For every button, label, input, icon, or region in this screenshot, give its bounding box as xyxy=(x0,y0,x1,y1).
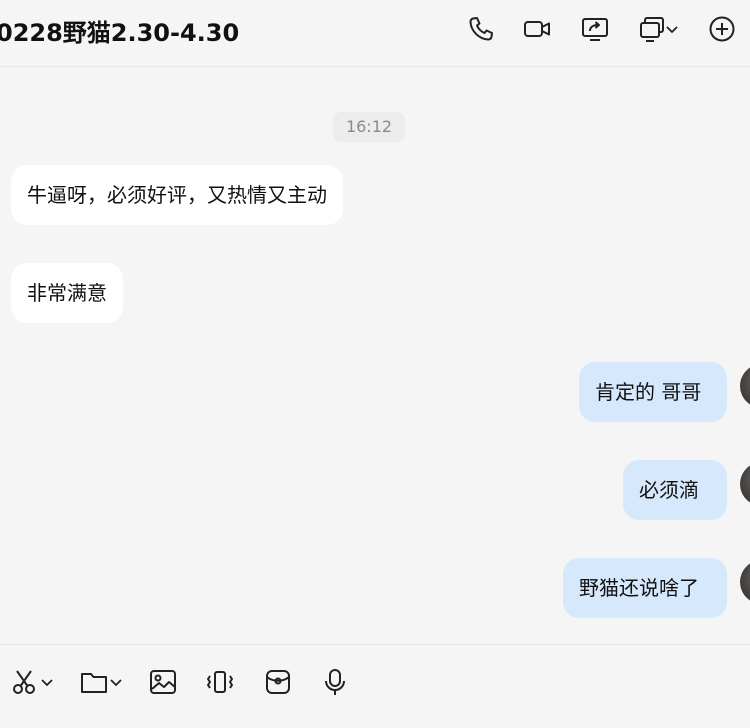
add-circle-icon[interactable] xyxy=(707,14,737,44)
chat-title: 0228野猫2.30-4.30 xyxy=(0,19,240,47)
avatar[interactable] xyxy=(740,462,750,506)
chat-header: 0228野猫2.30-4.30 xyxy=(0,0,750,67)
incoming-message[interactable]: 非常满意 xyxy=(11,263,123,323)
microphone-icon[interactable] xyxy=(321,667,349,697)
input-toolbar xyxy=(0,644,750,728)
folder-icon[interactable] xyxy=(79,667,109,697)
screen-share-icon[interactable] xyxy=(580,14,610,44)
avatar[interactable] xyxy=(740,560,750,604)
scissors-icon[interactable] xyxy=(11,667,39,697)
incoming-message[interactable]: 牛逼呀，必须好评，又热情又主动 xyxy=(11,165,343,225)
red-packet-icon[interactable] xyxy=(263,667,293,697)
image-icon[interactable] xyxy=(148,667,178,697)
chat-window: 0228野猫2.30-4.30 16:12 牛逼呀，必须好评，又热情又主动 非常… xyxy=(0,0,750,728)
avatar[interactable] xyxy=(740,364,750,408)
phone-icon[interactable] xyxy=(466,14,496,44)
outgoing-message[interactable]: 野猫还说啥了 xyxy=(563,558,727,618)
chevron-down-icon[interactable] xyxy=(664,14,680,44)
message-timestamp: 16:12 xyxy=(333,112,405,142)
chevron-down-icon[interactable] xyxy=(109,667,123,697)
outgoing-message[interactable]: 必须滴 xyxy=(623,460,727,520)
vibrate-icon[interactable] xyxy=(205,667,235,697)
chevron-down-icon[interactable] xyxy=(40,667,54,697)
video-camera-icon[interactable] xyxy=(522,14,552,44)
outgoing-message[interactable]: 肯定的 哥哥 xyxy=(579,362,727,422)
